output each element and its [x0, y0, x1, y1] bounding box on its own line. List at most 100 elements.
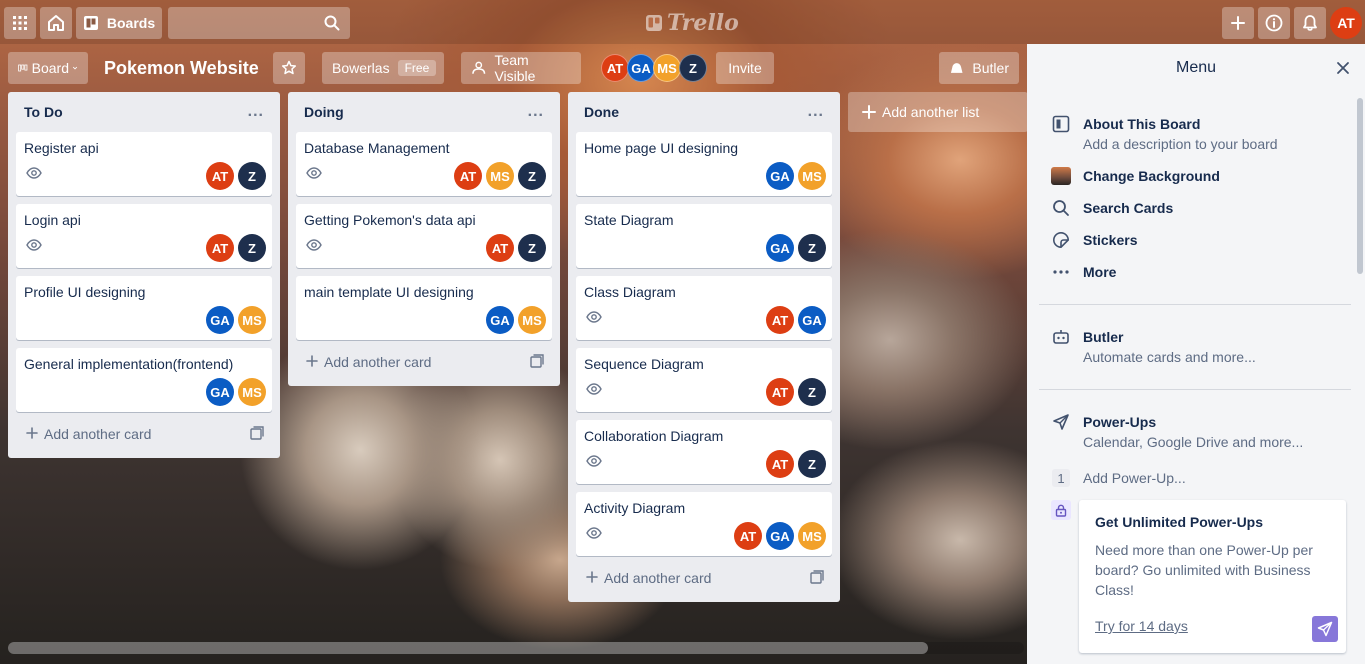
list-title[interactable]: Done — [584, 104, 619, 120]
create-button[interactable] — [1222, 7, 1254, 39]
board-title[interactable]: Pokemon Website — [104, 58, 259, 79]
card-template-icon[interactable] — [250, 425, 264, 443]
watch-eye-icon — [306, 238, 322, 254]
card-member-avatar[interactable]: AT — [766, 306, 794, 334]
card-member-avatar[interactable]: AT — [206, 162, 234, 190]
card-member-avatar[interactable]: Z — [238, 234, 266, 262]
add-list-button[interactable]: Add another list — [848, 92, 1028, 132]
card-members: AT Z — [206, 234, 266, 262]
notifications-button[interactable] — [1294, 7, 1326, 39]
card-member-avatar[interactable]: MS — [798, 522, 826, 550]
member-avatar[interactable]: MS — [653, 54, 681, 82]
user-avatar[interactable]: AT — [1330, 7, 1362, 39]
search-cards-item[interactable]: Search Cards — [1051, 198, 1173, 218]
trello-logo[interactable]: Trello — [645, 10, 739, 36]
member-avatar[interactable]: AT — [601, 54, 629, 82]
card[interactable]: Home page UI designing GA MS — [576, 132, 832, 196]
apps-switcher-button[interactable] — [4, 7, 36, 39]
star-board-button[interactable] — [273, 52, 305, 84]
card-member-avatar[interactable]: MS — [486, 162, 514, 190]
change-background-item[interactable]: Change Background — [1051, 166, 1220, 186]
watch-eye-icon — [306, 166, 322, 182]
card-template-icon[interactable] — [810, 569, 824, 587]
information-button[interactable] — [1258, 7, 1290, 39]
card[interactable]: Collaboration Diagram AT Z — [576, 420, 832, 484]
card-member-avatar[interactable]: Z — [798, 450, 826, 478]
card[interactable]: Login api AT Z — [16, 204, 272, 268]
card-member-avatar[interactable]: AT — [486, 234, 514, 262]
card-member-avatar[interactable]: Z — [518, 234, 546, 262]
search-input[interactable] — [168, 7, 350, 39]
list-0: To Do... Register api AT Z Login api AT Z Profi… — [8, 92, 280, 458]
card[interactable]: Register api AT Z — [16, 132, 272, 196]
card-member-avatar[interactable]: AT — [454, 162, 482, 190]
list-menu-button[interactable]: ... — [808, 103, 824, 121]
promo-send-button[interactable] — [1312, 616, 1338, 642]
card-member-avatar[interactable]: GA — [766, 234, 794, 262]
add-card-button[interactable]: Add another card — [296, 346, 552, 378]
board-scrollbar-thumb[interactable] — [8, 642, 928, 654]
menu-scrollbar[interactable] — [1357, 98, 1363, 274]
card[interactable]: main template UI designing GA MS — [296, 276, 552, 340]
member-avatar[interactable]: Z — [679, 54, 707, 82]
card[interactable]: Sequence Diagram AT Z — [576, 348, 832, 412]
list-title[interactable]: To Do — [24, 104, 63, 120]
card-member-avatar[interactable]: MS — [238, 306, 266, 334]
card-member-avatar[interactable]: GA — [206, 378, 234, 406]
card-member-avatar[interactable]: GA — [766, 522, 794, 550]
member-avatar[interactable]: GA — [627, 54, 655, 82]
card-member-avatar[interactable]: AT — [734, 522, 762, 550]
card-member-avatar[interactable]: AT — [206, 234, 234, 262]
card-member-avatar[interactable]: Z — [518, 162, 546, 190]
plus-icon — [586, 570, 598, 586]
try-trial-link[interactable]: Try for 14 days — [1095, 618, 1188, 634]
card-member-avatar[interactable]: Z — [798, 378, 826, 406]
close-icon[interactable] — [1335, 60, 1351, 76]
about-board-item[interactable]: About This Board Add a description to yo… — [1051, 114, 1278, 154]
card[interactable]: Class Diagram AT GA — [576, 276, 832, 340]
list-title[interactable]: Doing — [304, 104, 344, 120]
card-member-avatar[interactable]: Z — [798, 234, 826, 262]
visibility-button[interactable]: Team Visible — [461, 52, 581, 84]
card-member-avatar[interactable]: GA — [766, 162, 794, 190]
list-header[interactable]: Done... — [576, 92, 832, 132]
board-view-switcher[interactable]: Board — [8, 52, 88, 84]
power-ups-item[interactable]: Power-Ups Calendar, Google Drive and mor… — [1051, 412, 1303, 452]
menu-divider — [1039, 389, 1351, 390]
list-header[interactable]: To Do... — [16, 92, 272, 132]
add-power-up-item[interactable]: 1 Add Power-Up... — [1051, 468, 1186, 488]
card-member-avatar[interactable]: MS — [518, 306, 546, 334]
butler-button[interactable]: Butler — [939, 52, 1019, 84]
card-member-avatar[interactable]: MS — [798, 162, 826, 190]
card-template-icon[interactable] — [530, 353, 544, 371]
list-menu-button[interactable]: ... — [248, 103, 264, 121]
card-member-avatar[interactable]: AT — [766, 378, 794, 406]
list-1: Doing... Database Management AT MS Z Getting … — [288, 92, 560, 386]
card-member-avatar[interactable]: Z — [238, 162, 266, 190]
home-button[interactable] — [40, 7, 72, 39]
card-member-avatar[interactable]: GA — [486, 306, 514, 334]
add-card-button[interactable]: Add another card — [576, 562, 832, 594]
card[interactable]: Database Management AT MS Z — [296, 132, 552, 196]
card[interactable]: State Diagram GA Z — [576, 204, 832, 268]
card[interactable]: Getting Pokemon's data api AT Z — [296, 204, 552, 268]
card[interactable]: General implementation(frontend) GA MS — [16, 348, 272, 412]
list-menu-button[interactable]: ... — [528, 103, 544, 121]
list-header[interactable]: Doing... — [296, 92, 552, 132]
card[interactable]: Activity Diagram AT GA MS — [576, 492, 832, 556]
butler-item[interactable]: Butler Automate cards and more... — [1051, 327, 1256, 367]
more-item[interactable]: More — [1051, 262, 1116, 282]
invite-button[interactable]: Invite — [716, 52, 774, 84]
team-button[interactable]: Bowerlas Free — [322, 52, 444, 84]
card-member-avatar[interactable]: GA — [206, 306, 234, 334]
card-member-avatar[interactable]: GA — [798, 306, 826, 334]
boards-button[interactable]: Boards — [76, 7, 162, 39]
card[interactable]: Profile UI designing GA MS — [16, 276, 272, 340]
card-member-avatar[interactable]: MS — [238, 378, 266, 406]
bell-icon — [1303, 15, 1317, 31]
search-icon[interactable] — [324, 15, 340, 31]
add-card-button[interactable]: Add another card — [16, 418, 272, 450]
stickers-item[interactable]: Stickers — [1051, 230, 1137, 250]
card-members: GA MS — [206, 378, 266, 406]
card-member-avatar[interactable]: AT — [766, 450, 794, 478]
